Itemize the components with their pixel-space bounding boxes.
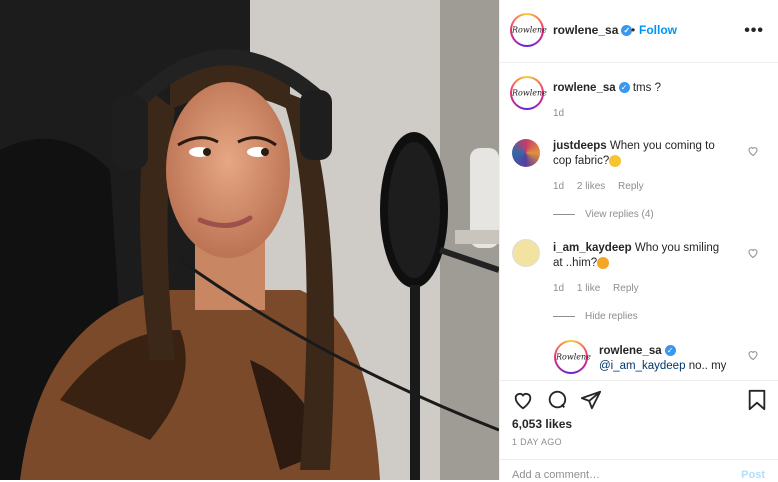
mention-link[interactable]: @i_am_kaydeep [599, 360, 685, 372]
more-options-icon[interactable]: ••• [744, 22, 764, 40]
caption-time: 1d [553, 108, 565, 119]
reply-text: rowlene_sa ✓ @i_am_kaydeep no.. my [599, 345, 727, 372]
verified-badge-icon: ✓ [664, 345, 676, 357]
reply-username[interactable]: rowlene_sa [599, 345, 662, 357]
author-avatar[interactable]: Rowlene [510, 13, 547, 47]
comment-meta: 1d 1 like Reply [553, 283, 639, 294]
comments-list[interactable]: Rowlene rowlene_sa ✓ tms ? 1d justdeeps W… [500, 63, 778, 379]
comment-username[interactable]: i_am_kaydeep [553, 242, 632, 254]
post-timestamp[interactable]: 1 DAY AGO [512, 437, 562, 447]
comment-text: i_am_kaydeep Who you smiling at ..him? [553, 242, 720, 269]
like-comment-heart-icon[interactable] [747, 247, 759, 259]
caption-avatar[interactable]: Rowlene [510, 76, 547, 110]
caption-username[interactable]: rowlene_sa [553, 82, 616, 94]
follow-button[interactable]: Follow [639, 23, 677, 37]
replies-line [553, 213, 575, 215]
comment-text: justdeeps When you coming to cop fabric? [553, 140, 715, 167]
like-heart-icon[interactable] [512, 389, 534, 411]
dot-separator: • [631, 23, 636, 37]
replies-line [553, 315, 575, 317]
like-reply-heart-icon[interactable] [747, 349, 759, 361]
comment-bubble-icon[interactable] [546, 389, 568, 411]
view-replies-button[interactable]: View replies (4) [553, 209, 654, 220]
reply-button[interactable]: Reply [618, 181, 644, 192]
star-struck-emoji-icon [597, 256, 610, 269]
author-username[interactable]: rowlene_sa ✓ [553, 23, 633, 37]
post-side-panel: Rowlene rowlene_sa ✓ • Follow ••• Rowlene… [499, 0, 778, 481]
comment-username[interactable]: justdeeps [553, 140, 607, 152]
comment-likes[interactable]: 2 likes [577, 181, 605, 192]
hide-replies-button[interactable]: Hide replies [553, 311, 638, 322]
post-header: Rowlene rowlene_sa ✓ • Follow ••• [500, 0, 778, 63]
post-actions: 6,053 likes 1 DAY AGO Add a comment… Pos… [500, 380, 778, 481]
reply-button[interactable]: Reply [613, 283, 639, 294]
add-comment-bar: Add a comment… Post [500, 459, 778, 482]
post-comment-button[interactable]: Post [741, 469, 765, 481]
comment-avatar[interactable] [512, 239, 540, 267]
caption-text: rowlene_sa ✓ tms ? [553, 82, 661, 94]
grin-emoji-icon [609, 154, 622, 167]
like-comment-heart-icon[interactable] [747, 145, 759, 157]
verified-badge-icon: ✓ [618, 82, 630, 94]
comment-meta: 1d 2 likes Reply [553, 181, 644, 192]
comment-avatar[interactable] [512, 139, 540, 167]
comment-likes[interactable]: 1 like [577, 283, 600, 294]
save-bookmark-icon[interactable] [747, 389, 767, 411]
reply-avatar[interactable]: Rowlene [554, 340, 591, 374]
photo-image [0, 0, 499, 480]
add-comment-input[interactable]: Add a comment… [512, 469, 600, 481]
likes-count[interactable]: 6,053 likes [512, 417, 572, 431]
post-photo[interactable] [0, 0, 499, 480]
share-paper-plane-icon[interactable] [580, 389, 602, 411]
